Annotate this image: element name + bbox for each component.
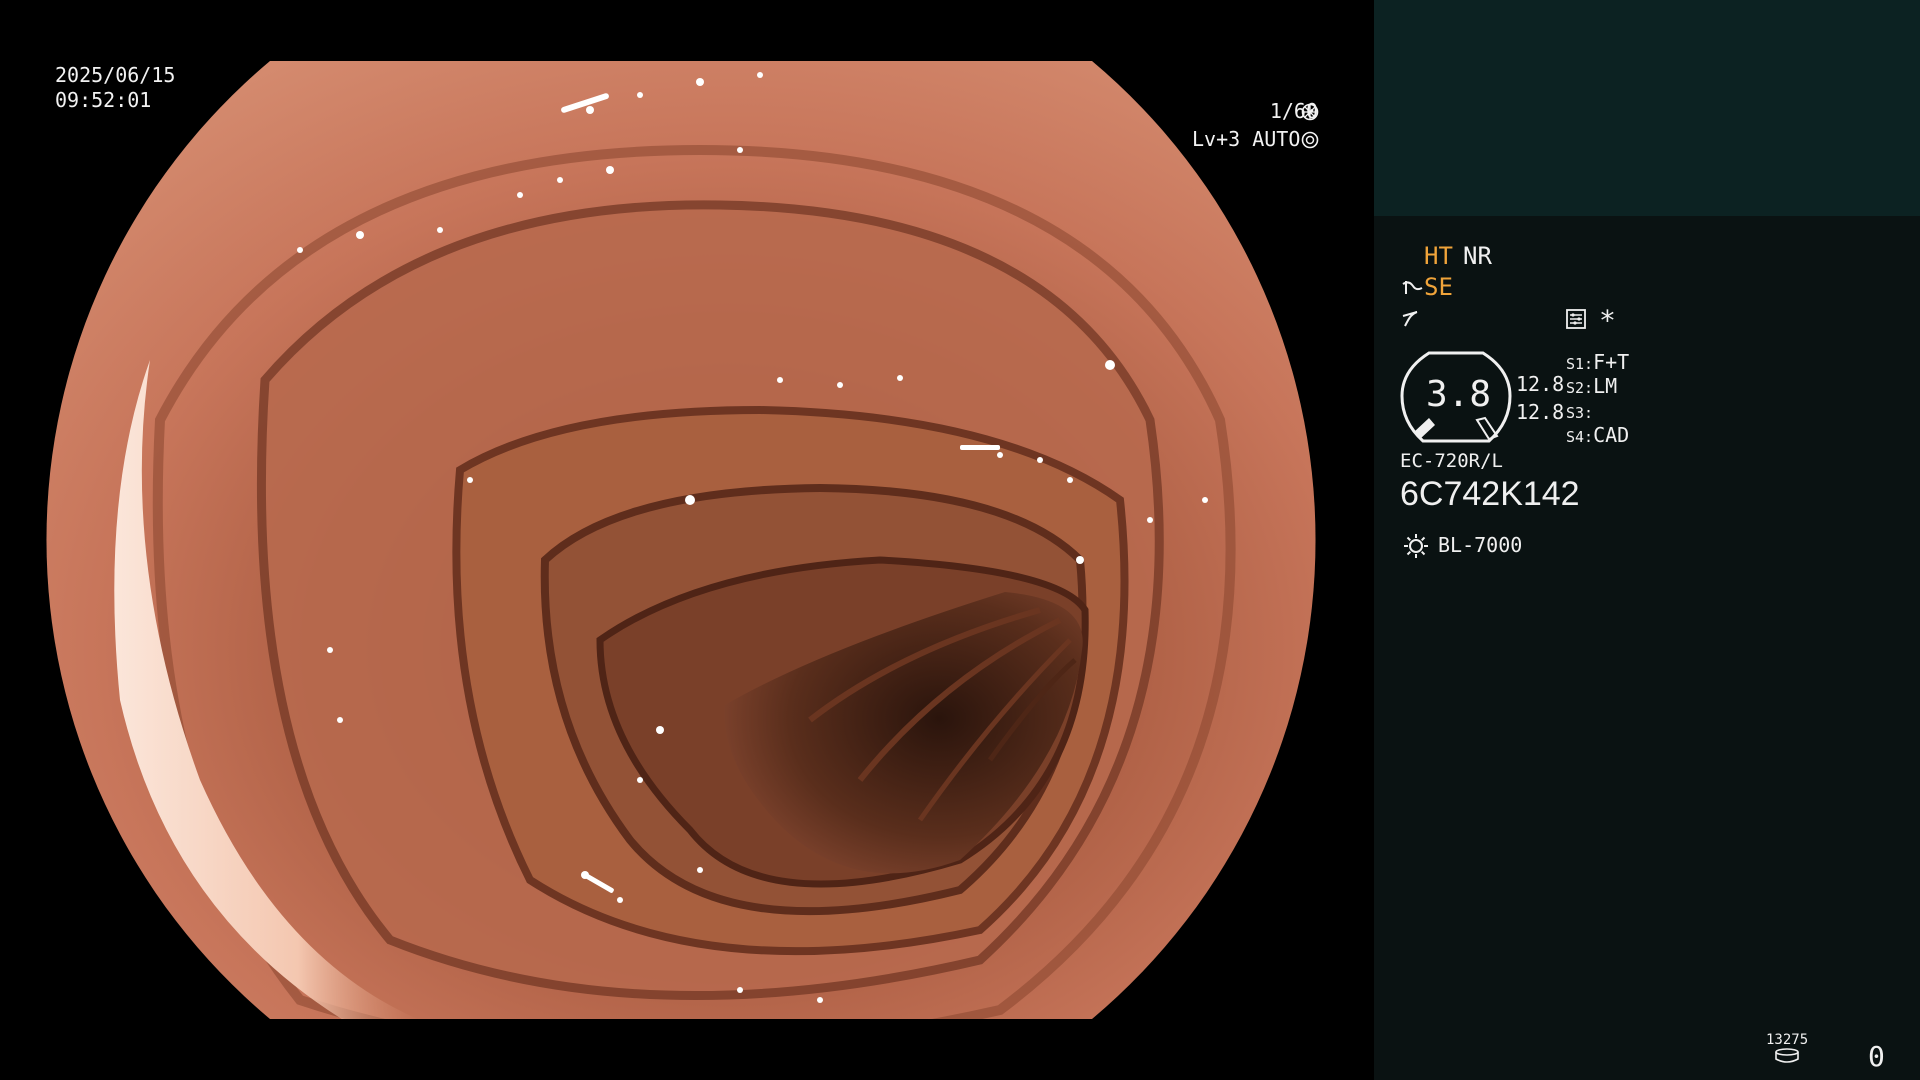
se-mode: SE [1424,273,1453,301]
slot-1-id: S1: [1566,355,1594,373]
scope-serial: 6C742K142 [1400,475,1580,513]
slot-3: S3: [1566,399,1593,423]
panel-header-area [1374,0,1920,216]
endoscope-view: 2025/06/15 09:52:01 1/60 Lv+3 AUTO [0,0,1374,1080]
ht-mode: HT [1424,242,1453,270]
level-label: Lv+3 AUTO [1192,127,1301,151]
star-icon: * [1599,304,1616,337]
iris-icon [1301,131,1319,149]
time-label: 09:52:01 [55,88,152,112]
zigzag-icon [1402,311,1418,327]
slot-2: S2:LM [1566,374,1617,398]
status-panel: HT NR SE * 3.8 12.8 12.8 S1:F+T S2:LM S3… [1374,0,1920,1080]
slot-4-id: S4: [1566,428,1594,446]
light-source-label: BL-7000 [1438,533,1523,557]
slot-2-id: S2: [1566,379,1594,397]
slot-4-value: CAD [1593,423,1630,447]
record-count: 0 [1868,1040,1885,1073]
light-source-icon [1404,534,1428,558]
scope-curve-icon [1402,281,1423,294]
slot-1: S1:F+T [1566,350,1629,374]
slot-4: S4:CAD [1566,423,1629,447]
gauge-bottom-value: 12.8 [1516,400,1565,424]
settings-card-icon [1566,309,1586,329]
storage-icon [1775,1048,1799,1063]
nr-mode: NR [1463,242,1492,270]
aperture-icon [1301,103,1319,121]
colon-lumen-image [46,61,1316,1019]
scope-model: EC-720R/L [1400,450,1503,472]
slot-1-value: F+T [1593,350,1630,374]
level-readout: Lv+3 AUTO [1192,127,1300,152]
gauge-value: 3.8 [1426,374,1492,415]
slot-3-id: S3: [1566,404,1594,422]
date-label: 2025/06/15 [55,63,176,87]
slot-2-value: LM [1593,374,1618,398]
image-counter: 13275 [1766,1032,1809,1048]
gauge-top-value: 12.8 [1516,372,1565,396]
